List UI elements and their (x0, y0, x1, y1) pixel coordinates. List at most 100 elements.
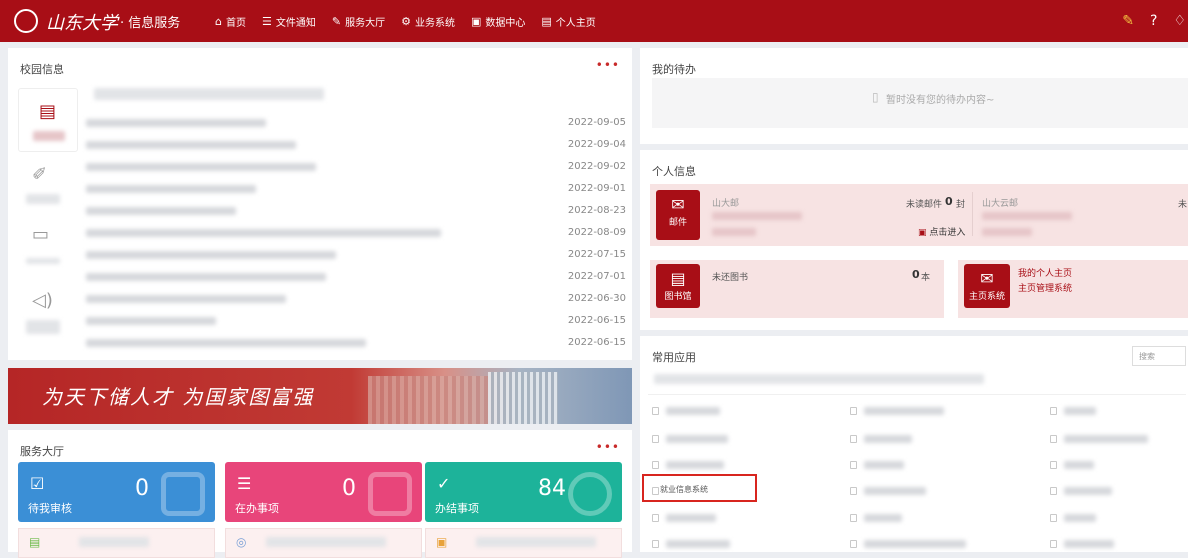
cloud-unread-label: 未 (1178, 200, 1188, 210)
app-icon (850, 487, 857, 495)
nav-item-personal-page[interactable]: ▤ 个人主页 (541, 14, 595, 29)
edit-icon: ▣ (918, 228, 927, 238)
service-item[interactable]: ▣ (425, 528, 622, 558)
unreturned-books-count: 0 (912, 268, 920, 281)
doc-icon: ▤ (29, 535, 41, 549)
unreturned-books-label: 未还图书 (712, 273, 749, 283)
book-icon: ▤ (670, 269, 686, 288)
in-progress-card[interactable]: ☰ 在办事项 0 (225, 462, 422, 522)
my-homepage-link[interactable]: 我的个人主页 (1018, 266, 1072, 279)
app-search-input[interactable]: 搜索 (1132, 346, 1186, 366)
app-icon (1050, 461, 1057, 469)
card-value: 0 (135, 476, 149, 501)
nav-item-service-hall[interactable]: ✎ 服务大厅 (332, 14, 385, 29)
message-icon[interactable]: ▭ (32, 224, 49, 245)
app-icon (652, 514, 659, 522)
more-icon[interactable]: ••• (596, 440, 620, 454)
news-date: 2022-09-01 (567, 183, 626, 194)
news-date: 2022-08-09 (567, 227, 626, 238)
list-icon: ☰ (261, 14, 272, 28)
monitor-icon: ▣ (470, 14, 482, 28)
homepage-manage-link[interactable]: 主页管理系统 (1018, 281, 1072, 294)
nav-item-home[interactable]: ⌂ 首页 (215, 14, 246, 29)
campus-skyline-image (488, 372, 558, 424)
university-logo-icon[interactable] (14, 9, 38, 33)
more-icon[interactable]: ••• (596, 58, 620, 72)
app-icon (1050, 514, 1057, 522)
homepage-icon: ✉ (980, 269, 994, 288)
nav-item-data-center[interactable]: ▣ 数据中心 (471, 14, 525, 29)
check-edit-icon: ☑ (30, 474, 45, 493)
library-button[interactable]: ▤ 图书馆 (656, 264, 700, 308)
completed-card[interactable]: ✓ 办结事项 84 (425, 462, 622, 522)
news-row[interactable]: 2022-09-05 (86, 114, 626, 136)
campus-building-image (368, 376, 488, 424)
homepage-system-button[interactable]: ✉ 主页系统 (964, 264, 1010, 308)
pen-icon[interactable]: ✐ (32, 164, 47, 185)
service-item[interactable]: ◎ (225, 528, 422, 558)
news-row[interactable]: 2022-09-04 (86, 136, 626, 158)
empty-doc-icon: ▯ (872, 90, 879, 104)
app-icon (850, 435, 857, 443)
app-icon (652, 487, 659, 495)
news-date: 2022-09-04 (567, 139, 626, 150)
decorative-shape (368, 472, 412, 516)
service-item[interactable]: ▤ (18, 528, 215, 558)
card-value: 0 (342, 476, 356, 501)
bell-icon[interactable]: ♢ (1173, 13, 1186, 29)
news-icon: ▤ (39, 101, 57, 122)
app-icon (652, 407, 659, 415)
edit-icon: ✎ (331, 14, 342, 28)
edit-icon[interactable]: ✎ (1122, 13, 1134, 29)
pending-review-card[interactable]: ☑ 待我审核 0 (18, 462, 215, 522)
nav-label: 文件通知 (275, 17, 316, 29)
news-row[interactable]: 2022-08-23 (86, 202, 626, 224)
nav-label: 业务系统 (414, 17, 455, 29)
app-category-tabs[interactable] (654, 374, 984, 384)
news-date: 2022-09-02 (567, 161, 626, 172)
top-bar: 山东大学 · 信息服务 ⌂ 首页 ☰ 文件通知 ✎ 服务大厅 ⚙ 业务系统 ▣ 数据中心 … (0, 0, 1188, 42)
help-icon[interactable]: ? (1150, 13, 1157, 29)
cloud-mail-sender[interactable]: 山大云邮 (982, 196, 1018, 209)
mail-label: 邮件 (668, 218, 687, 228)
app-icon (652, 435, 659, 443)
broadcast-icon[interactable]: ◁) (32, 290, 53, 311)
nav-item-notices[interactable]: ☰ 文件通知 (262, 14, 316, 29)
news-date: 2022-09-05 (567, 117, 626, 128)
card-label: 办结事项 (435, 502, 479, 515)
slogan-banner[interactable]: 为天下储人才 为国家图富强 (8, 368, 632, 424)
logo-name[interactable]: 山东大学 (46, 9, 118, 35)
panel-title: 个人信息 (652, 165, 696, 178)
mail-button[interactable]: ✉ 邮件 (656, 190, 700, 240)
card-label: 在办事项 (235, 502, 279, 515)
app-employment-info-label[interactable]: 就业信息系统 (660, 484, 708, 495)
list-icon: ☰ (237, 474, 252, 493)
news-row[interactable]: 2022-07-01 (86, 268, 626, 290)
enter-link-label: 点击进入 (929, 228, 966, 238)
news-row[interactable]: 2022-09-01 (86, 180, 626, 202)
todo-empty-text: 暂时没有您的待办内容~ (886, 95, 995, 106)
nav-item-business[interactable]: ⚙ 业务系统 (401, 14, 455, 29)
app-icon (652, 540, 659, 548)
news-date: 2022-06-30 (567, 293, 626, 304)
enter-link[interactable]: ▣ 点击进入 (918, 225, 965, 238)
homepage-label: 主页系统 (968, 292, 1005, 302)
app-icon (1050, 487, 1057, 495)
campus-info-panel: 校园信息 ••• ▤ ✐ ▭ ◁) 2022-09-05 2022-09-04 … (8, 48, 632, 360)
check-circle-icon: ✓ (437, 474, 451, 493)
news-row[interactable]: 2022-08-09 (86, 224, 626, 246)
news-row[interactable]: 2022-06-15 (86, 334, 626, 356)
news-row[interactable]: 2022-09-02 (86, 158, 626, 180)
news-row[interactable]: 2022-06-30 (86, 290, 626, 312)
common-apps-panel: 常用应用 (640, 336, 1188, 552)
divider (648, 394, 1186, 395)
panel-title: 常用应用 (652, 351, 696, 364)
card-icon: ▣ (436, 535, 448, 549)
category-tab-news[interactable]: ▤ (18, 88, 78, 152)
news-row[interactable]: 2022-07-15 (86, 246, 626, 268)
nav-label: 数据中心 (485, 17, 526, 29)
news-row[interactable]: 2022-06-15 (86, 312, 626, 334)
news-date: 2022-07-15 (567, 249, 626, 260)
card-value: 84 (538, 476, 566, 501)
news-date: 2022-06-15 (567, 337, 626, 348)
